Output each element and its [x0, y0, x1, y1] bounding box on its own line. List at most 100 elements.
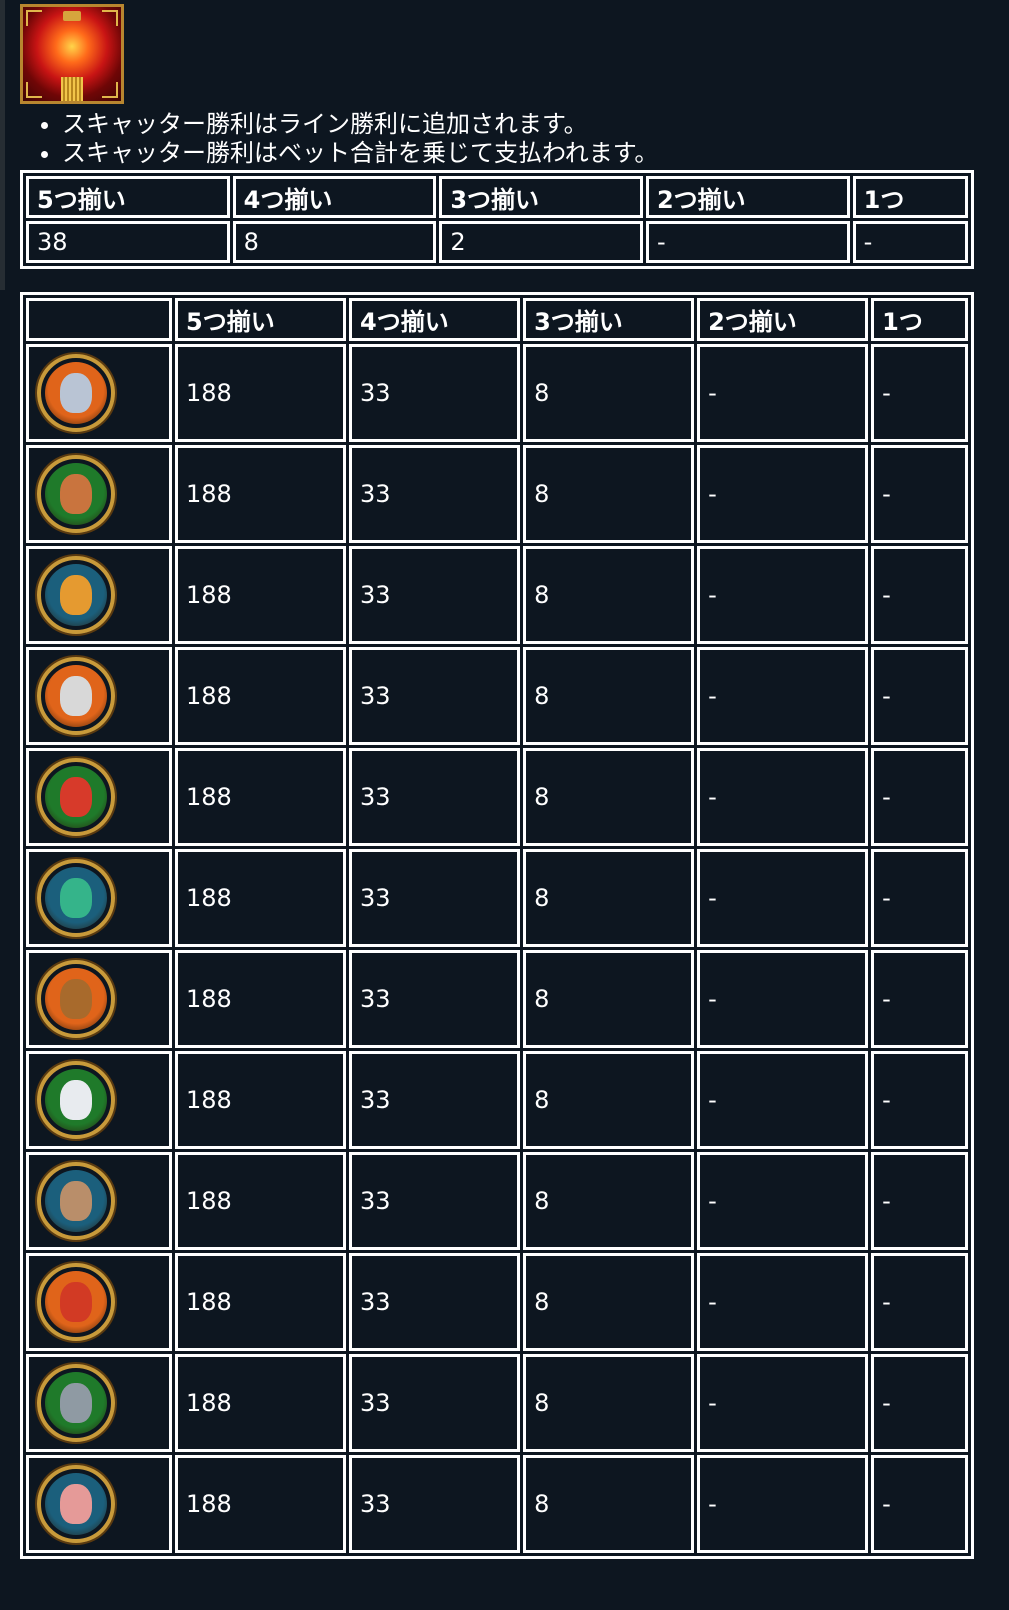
- snake-icon: [37, 859, 115, 937]
- table-row: 188 33 8- -: [26, 445, 968, 543]
- payout-cell: 8: [523, 1455, 695, 1553]
- payout-cell: 8: [523, 1253, 695, 1351]
- table-row: 188 33 8- -: [26, 647, 968, 745]
- payout-cell: -: [871, 344, 968, 442]
- symbol-cell: [26, 647, 172, 745]
- table-row: 188 33 8- -: [26, 748, 968, 846]
- header-5-of-kind: 5つ揃い: [26, 176, 230, 218]
- symbol-cell: [26, 445, 172, 543]
- payout-cell: -: [871, 647, 968, 745]
- payout-cell: 188: [175, 1152, 347, 1250]
- header-2-of-kind: 2つ揃い: [697, 298, 869, 341]
- table-row: 188 33 8- -: [26, 950, 968, 1048]
- payout-cell: 188: [175, 1354, 347, 1452]
- payout-cell: 8: [523, 1354, 695, 1452]
- table-row: 38 8 2 - -: [26, 221, 968, 263]
- table-row: 188 33 8- -: [26, 546, 968, 644]
- payout-cell: 8: [523, 1051, 695, 1149]
- ox-icon: [37, 455, 115, 533]
- symbol-paytable: 5つ揃い 4つ揃い 3つ揃い 2つ揃い 1つ 188 33 8- -188 33 8- -1…: [20, 292, 974, 1559]
- tiger-icon: [37, 556, 115, 634]
- payout-cell: 188: [175, 950, 347, 1048]
- table-header-row: 5つ揃い 4つ揃い 3つ揃い 2つ揃い 1つ: [26, 298, 968, 341]
- payout-cell: 8: [523, 950, 695, 1048]
- scatter-paytable: 5つ揃い 4つ揃い 3つ揃い 2つ揃い 1つ 38 8 2 - -: [20, 170, 974, 269]
- payout-cell: 8: [523, 344, 695, 442]
- payout-cell: 33: [349, 1354, 521, 1452]
- payout-cell: 188: [175, 1253, 347, 1351]
- horse-icon: [37, 960, 115, 1038]
- table-row: 188 33 8- -: [26, 1354, 968, 1452]
- header-3-of-kind: 3つ揃い: [523, 298, 695, 341]
- table-row: 188 33 8- -: [26, 1051, 968, 1149]
- symbol-cell: [26, 1455, 172, 1553]
- payout-cell: 33: [349, 344, 521, 442]
- payout-cell: -: [871, 1455, 968, 1553]
- payout-cell: 8: [523, 546, 695, 644]
- goat-icon: [37, 1061, 115, 1139]
- payout-cell: -: [871, 1051, 968, 1149]
- table-row: 188 33 8- -: [26, 849, 968, 947]
- table-row: 188 33 8- -: [26, 344, 968, 442]
- monkey-icon: [37, 1162, 115, 1240]
- payout-cell: -: [697, 1253, 869, 1351]
- payout-cell: -: [645, 221, 850, 263]
- payout-cell: 188: [175, 748, 347, 846]
- payout-cell: -: [871, 445, 968, 543]
- payout-cell: -: [871, 849, 968, 947]
- scatter-rules-list: スキャッター勝利はライン勝利に追加されます。 スキャッター勝利はベット合計を乗じ…: [34, 110, 658, 168]
- payout-cell: 188: [175, 647, 347, 745]
- table-row: 188 33 8- -: [26, 1455, 968, 1553]
- payout-cell: -: [697, 849, 869, 947]
- scatter-rule-note: スキャッター勝利はベット合計を乗じて支払われます。: [62, 139, 658, 168]
- symbol-cell: [26, 748, 172, 846]
- header-symbol: [26, 298, 172, 341]
- payout-cell: -: [697, 1455, 869, 1553]
- header-2-of-kind: 2つ揃い: [645, 176, 850, 218]
- payout-cell: 188: [175, 546, 347, 644]
- red-lantern-scatter-icon: [20, 4, 124, 104]
- header-5-of-kind: 5つ揃い: [175, 298, 347, 341]
- payout-cell: 33: [349, 748, 521, 846]
- payout-cell: 8: [523, 849, 695, 947]
- symbol-cell: [26, 344, 172, 442]
- payout-cell: 33: [349, 1253, 521, 1351]
- header-1-of-kind: 1つ: [852, 176, 968, 218]
- payout-cell: -: [871, 1152, 968, 1250]
- payout-cell: -: [852, 221, 968, 263]
- header-4-of-kind: 4つ揃い: [232, 176, 437, 218]
- symbol-cell: [26, 1354, 172, 1452]
- payout-cell: 33: [349, 849, 521, 947]
- payout-cell: 33: [349, 1051, 521, 1149]
- rabbit-icon: [37, 657, 115, 735]
- payout-cell: -: [871, 950, 968, 1048]
- symbol-cell: [26, 1152, 172, 1250]
- payout-cell: 188: [175, 1455, 347, 1553]
- rat-icon: [37, 354, 115, 432]
- left-edge-shadow: [0, 0, 5, 290]
- payout-cell: -: [871, 1354, 968, 1452]
- payout-cell: -: [697, 445, 869, 543]
- payout-cell: 188: [175, 445, 347, 543]
- symbol-cell: [26, 546, 172, 644]
- rooster-icon: [37, 1263, 115, 1341]
- payout-cell: -: [697, 546, 869, 644]
- payout-cell: 33: [349, 1152, 521, 1250]
- dragon-icon: [37, 758, 115, 836]
- payout-cell: -: [697, 647, 869, 745]
- symbol-cell: [26, 849, 172, 947]
- payout-cell: 8: [523, 647, 695, 745]
- symbol-cell: [26, 1051, 172, 1149]
- payout-cell: 33: [349, 546, 521, 644]
- table-row: 188 33 8- -: [26, 1152, 968, 1250]
- payout-cell: 8: [523, 445, 695, 543]
- payout-cell: 2: [439, 221, 643, 263]
- scatter-rule-note: スキャッター勝利はライン勝利に追加されます。: [62, 110, 658, 139]
- payout-cell: 188: [175, 344, 347, 442]
- payout-cell: 188: [175, 849, 347, 947]
- payout-cell: -: [871, 546, 968, 644]
- table-header-row: 5つ揃い 4つ揃い 3つ揃い 2つ揃い 1つ: [26, 176, 968, 218]
- payout-cell: 38: [26, 221, 230, 263]
- payout-cell: -: [697, 1051, 869, 1149]
- payout-cell: -: [697, 1354, 869, 1452]
